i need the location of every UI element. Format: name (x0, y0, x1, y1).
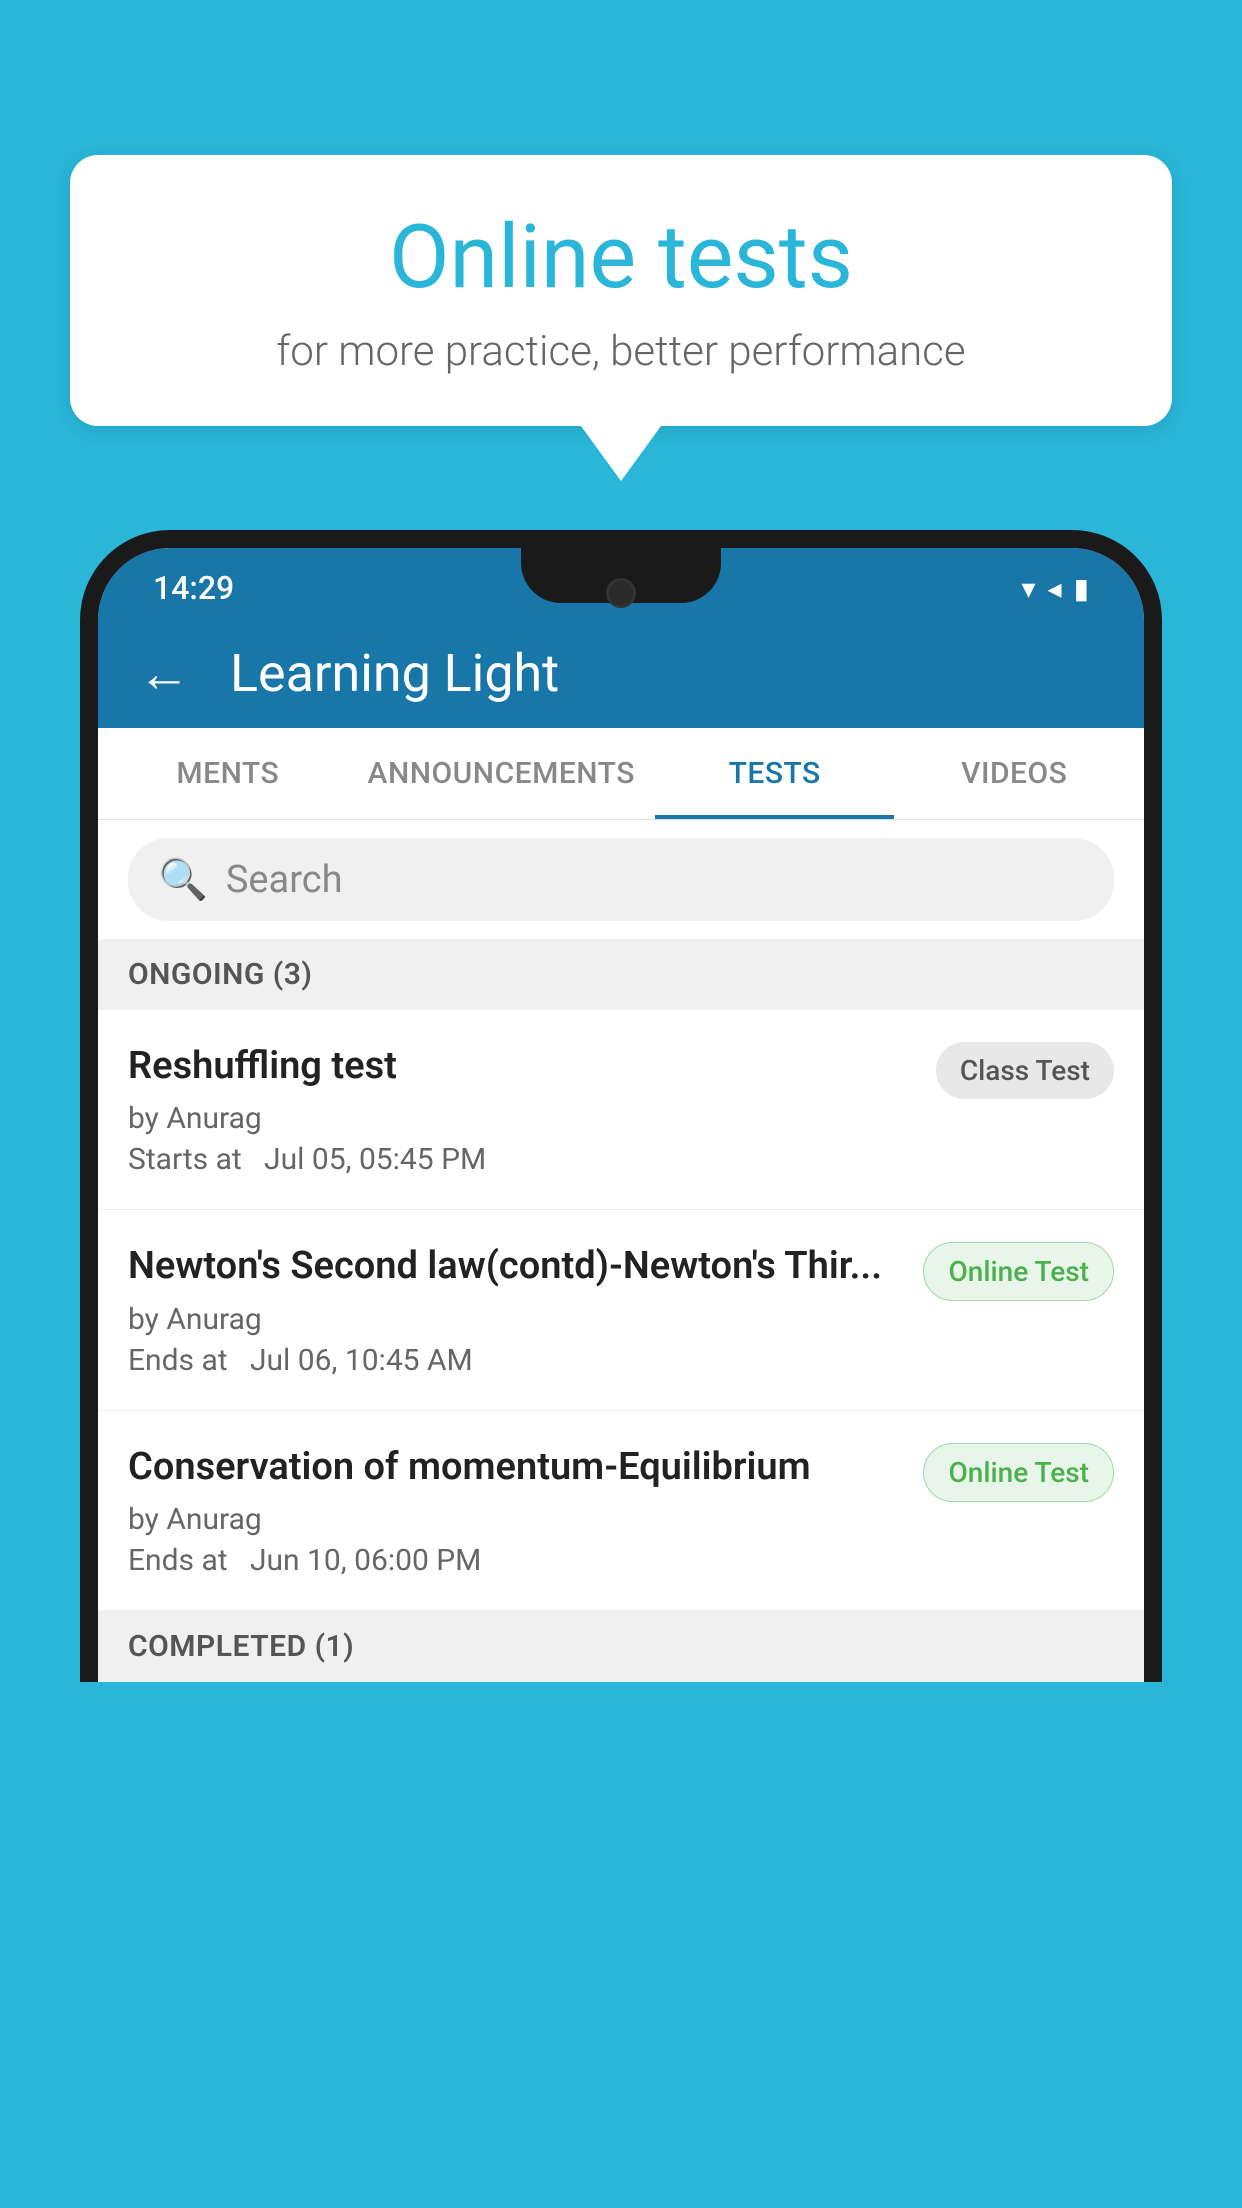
test-time-2: Ends at Jul 06, 10:45 AM (128, 1343, 903, 1378)
tab-announcements[interactable]: ANNOUNCEMENTS (348, 728, 655, 819)
test-name-2: Newton's Second law(contd)-Newton's Thir… (128, 1242, 903, 1291)
test-time-label-1: Starts at (128, 1142, 242, 1177)
tab-bar: MENTS ANNOUNCEMENTS TESTS VIDEOS (98, 728, 1144, 820)
test-time-value-1: Jul 05, 05:45 PM (264, 1142, 486, 1177)
phone-screen: 14:29 ▾ ◂ ▮ ← Learning Light MENTS ANNOU… (98, 548, 1144, 1682)
ongoing-section-header: ONGOING (3) (98, 939, 1144, 1010)
test-author-3: by Anurag (128, 1502, 903, 1537)
test-time-1: Starts at Jul 05, 05:45 PM (128, 1142, 916, 1177)
bubble-arrow (581, 426, 661, 481)
app-title: Learning Light (230, 643, 559, 704)
test-time-label-2: Ends at (128, 1343, 228, 1378)
status-time: 14:29 (153, 569, 234, 607)
test-time-3: Ends at Jun 10, 06:00 PM (128, 1543, 903, 1578)
test-list: Reshuffling test by Anurag Starts at Jul… (98, 1010, 1144, 1611)
test-info-1: Reshuffling test by Anurag Starts at Jul… (128, 1042, 916, 1177)
phone-notch (521, 548, 721, 603)
test-time-label-3: Ends at (128, 1543, 228, 1578)
test-info-3: Conservation of momentum-Equilibrium by … (128, 1443, 903, 1578)
search-container: 🔍 Search (98, 820, 1144, 939)
speech-bubble: Online tests for more practice, better p… (70, 155, 1172, 426)
test-item-3[interactable]: Conservation of momentum-Equilibrium by … (98, 1411, 1144, 1611)
test-name-1: Reshuffling test (128, 1042, 916, 1091)
battery-icon: ▮ (1074, 572, 1089, 605)
phone-camera (606, 578, 636, 608)
bubble-subtitle: for more practice, better performance (130, 327, 1112, 376)
test-time-value-2: Jul 06, 10:45 AM (250, 1343, 473, 1378)
test-item-2[interactable]: Newton's Second law(contd)-Newton's Thir… (98, 1210, 1144, 1410)
test-badge-1: Class Test (936, 1042, 1114, 1099)
search-icon: 🔍 (158, 856, 208, 903)
phone-frame: 14:29 ▾ ◂ ▮ ← Learning Light MENTS ANNOU… (80, 530, 1162, 1682)
tab-ments[interactable]: MENTS (108, 728, 348, 819)
phone-container: 14:29 ▾ ◂ ▮ ← Learning Light MENTS ANNOU… (80, 530, 1162, 2208)
wifi-icon: ▾ (1021, 572, 1035, 605)
test-badge-2: Online Test (923, 1242, 1114, 1301)
tab-tests[interactable]: TESTS (655, 728, 895, 819)
test-author-2: by Anurag (128, 1302, 903, 1337)
back-button[interactable]: ← (138, 643, 190, 704)
test-item-1[interactable]: Reshuffling test by Anurag Starts at Jul… (98, 1010, 1144, 1210)
search-placeholder: Search (226, 858, 343, 902)
status-icons: ▾ ◂ ▮ (1021, 572, 1089, 605)
completed-section-header: COMPLETED (1) (98, 1611, 1144, 1682)
tab-videos[interactable]: VIDEOS (894, 728, 1134, 819)
test-time-value-3: Jun 10, 06:00 PM (250, 1543, 481, 1578)
test-info-2: Newton's Second law(contd)-Newton's Thir… (128, 1242, 903, 1377)
test-name-3: Conservation of momentum-Equilibrium (128, 1443, 903, 1492)
search-input-wrap[interactable]: 🔍 Search (128, 838, 1114, 921)
app-bar: ← Learning Light (98, 618, 1144, 728)
test-badge-3: Online Test (923, 1443, 1114, 1502)
test-author-1: by Anurag (128, 1101, 916, 1136)
bubble-title: Online tests (130, 210, 1112, 307)
signal-icon: ◂ (1048, 572, 1062, 605)
speech-bubble-section: Online tests for more practice, better p… (70, 155, 1172, 481)
